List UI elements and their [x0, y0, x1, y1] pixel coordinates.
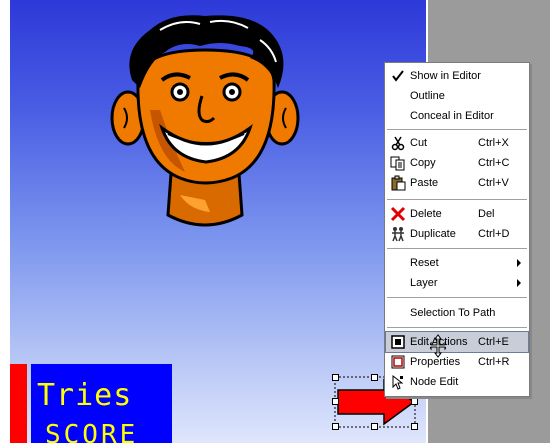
menu-separator [387, 129, 527, 131]
menu-item-label: Copy [410, 157, 436, 169]
menu-item-shortcut: Ctrl+R [478, 356, 510, 368]
menu-item-label: Selection To Path [410, 307, 496, 319]
menu-item-label: Reset [410, 257, 439, 269]
selection-handle[interactable] [371, 423, 378, 430]
properties-icon [391, 355, 405, 369]
menu-item-label: Layer [410, 277, 438, 289]
selection-handle[interactable] [332, 374, 339, 381]
selection-handle[interactable] [371, 374, 378, 381]
menu-item-node-edit[interactable]: Node Edit [386, 372, 528, 392]
menu-item-conceal-in-editor[interactable]: Conceal in Editor [386, 106, 528, 126]
paste-icon [391, 175, 406, 191]
score-label: SCORE [45, 420, 139, 443]
menu-item-label: Node Edit [410, 376, 459, 388]
context-menu: Show in Editor Outline Conceal in Editor… [384, 62, 530, 397]
selection-handle[interactable] [411, 398, 418, 405]
menu-item-label: Cut [410, 137, 428, 149]
menu-item-layer[interactable]: Layer [386, 273, 528, 293]
menu-separator [387, 327, 527, 329]
delete-x-icon [390, 206, 406, 222]
menu-separator [387, 248, 527, 250]
scissors-icon [391, 136, 405, 151]
duplicate-icon [392, 227, 404, 242]
edit-actions-icon [391, 335, 405, 349]
menu-item-shortcut: Ctrl+X [478, 137, 509, 149]
menu-item-shortcut: Ctrl+V [478, 177, 509, 189]
selection-handle[interactable] [332, 398, 339, 405]
selection-handle[interactable] [332, 423, 339, 430]
move-cursor-icon [430, 334, 446, 358]
checkmark-icon [392, 70, 404, 82]
copy-icon [390, 156, 405, 171]
menu-item-label: Duplicate [410, 228, 456, 240]
window-edge [550, 0, 554, 443]
menu-item-label: Paste [410, 177, 439, 189]
selection-handle[interactable] [411, 423, 418, 430]
menu-item-shortcut: Ctrl+C [478, 157, 510, 169]
menu-item-label: Show in Editor [410, 70, 481, 82]
menu-item-label: Delete [410, 208, 442, 220]
submenu-arrow-icon [517, 279, 521, 287]
menu-item-properties[interactable]: Properties Ctrl+R [386, 352, 528, 372]
menu-item-delete[interactable]: Delete Del [386, 204, 528, 224]
red-bar-sprite[interactable] [10, 364, 27, 443]
menu-item-reset[interactable]: Reset [386, 253, 528, 273]
menu-item-edit-actions[interactable]: Edit Actions Ctrl+E [385, 331, 529, 353]
menu-item-cut[interactable]: Cut Ctrl+X [386, 133, 528, 153]
menu-separator [387, 297, 527, 299]
tries-label: Tries [37, 378, 133, 413]
menu-item-outline[interactable]: Outline [386, 86, 528, 106]
menu-item-shortcut: Ctrl+D [478, 228, 510, 240]
menu-item-show-in-editor[interactable]: Show in Editor [386, 66, 528, 86]
menu-item-label: Conceal in Editor [410, 110, 494, 122]
menu-item-copy[interactable]: Copy Ctrl+C [386, 153, 528, 173]
submenu-arrow-icon [517, 259, 521, 267]
menu-item-label: Outline [410, 90, 445, 102]
menu-item-selection-to-path[interactable]: Selection To Path [386, 303, 528, 323]
menu-item-paste[interactable]: Paste Ctrl+V [386, 173, 528, 193]
node-edit-icon [392, 374, 404, 390]
tries-text-box[interactable]: Tries SCORE [31, 364, 172, 443]
menu-item-shortcut: Del [478, 208, 495, 220]
menu-item-shortcut: Ctrl+E [478, 336, 509, 348]
menu-item-duplicate[interactable]: Duplicate Ctrl+D [386, 224, 528, 244]
menu-separator [387, 199, 527, 201]
cartoon-head-sprite[interactable] [110, 10, 300, 235]
